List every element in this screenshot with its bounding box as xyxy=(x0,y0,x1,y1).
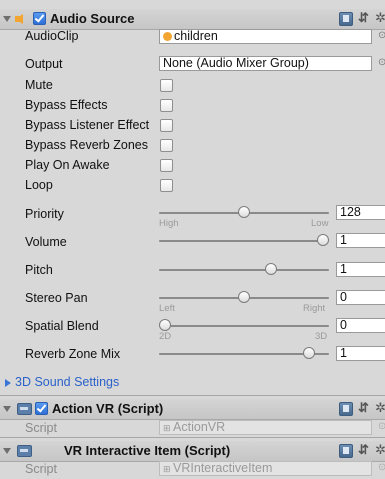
object-picker-icon: ⊙ xyxy=(378,421,385,432)
vr-interactive-header[interactable]: VR Interactive Item (Script) ⇵ ✲ xyxy=(0,441,385,462)
vr-interactive-title: VR Interactive Item (Script) xyxy=(64,443,231,458)
reverb-zone-mix-value-field[interactable]: 1 xyxy=(336,346,385,361)
audioclip-label: AudioClip xyxy=(25,29,79,43)
foldout-open-icon[interactable] xyxy=(3,406,11,412)
play-on-awake-label: Play On Awake xyxy=(25,158,110,172)
book-icon[interactable] xyxy=(339,402,353,416)
action-vr-enabled-checkbox[interactable] xyxy=(35,402,48,415)
stereo-pan-left-caption: Left xyxy=(159,303,175,314)
vr-interactive-script-value: VRInteractiveItem xyxy=(173,461,273,475)
audio-source-icon xyxy=(15,14,23,24)
reverb-zone-mix-slider-knob[interactable] xyxy=(302,347,315,359)
action-vr-script-value: ActionVR xyxy=(173,420,226,434)
audio-clip-icon xyxy=(163,32,172,41)
spatial-blend-2d-caption: 2D xyxy=(159,331,172,342)
stereo-pan-right-caption: Right xyxy=(303,303,326,314)
spatial-blend-slider[interactable] xyxy=(159,325,329,327)
audio-source-title: Audio Source xyxy=(50,11,135,26)
mute-label: Mute xyxy=(25,78,53,92)
script-file-icon: ⊞ xyxy=(163,464,174,474)
volume-value-field[interactable]: 1 xyxy=(336,233,385,248)
volume-slider-knob[interactable] xyxy=(317,234,329,246)
gear-icon[interactable]: ✲ xyxy=(375,442,385,458)
spatial-blend-3d-caption: 3D xyxy=(315,331,328,342)
bypass-listener-label: Bypass Listener Effect xyxy=(25,118,150,132)
audio-source-enabled-checkbox[interactable] xyxy=(33,12,46,25)
audio-source-header[interactable]: Audio Source ⇵ ✲ xyxy=(0,9,385,30)
gear-icon[interactable]: ✲ xyxy=(375,10,385,26)
gear-icon[interactable]: ✲ xyxy=(375,400,385,416)
script-file-icon: ⊞ xyxy=(163,423,174,433)
spatial-blend-slider-knob[interactable] xyxy=(159,319,171,331)
component-divider xyxy=(0,395,385,396)
priority-low-caption: Low xyxy=(311,218,329,229)
vr-interactive-script-field: ⊞ VRInteractiveItem xyxy=(159,461,372,476)
book-icon[interactable] xyxy=(339,12,353,26)
script-icon xyxy=(17,403,32,415)
pitch-label: Pitch xyxy=(25,263,53,277)
stereo-pan-slider-knob[interactable] xyxy=(238,291,250,303)
output-value: None (Audio Mixer Group) xyxy=(163,56,309,70)
foldout-closed-icon[interactable] xyxy=(5,379,11,387)
loop-label: Loop xyxy=(25,178,53,192)
action-vr-script-field: ⊞ ActionVR xyxy=(159,420,372,435)
sliders-icon[interactable]: ⇵ xyxy=(358,10,369,26)
loop-checkbox[interactable] xyxy=(160,179,173,192)
bypass-effects-label: Bypass Effects xyxy=(25,98,108,112)
priority-value: 128 xyxy=(340,205,361,219)
spatial-blend-value-field[interactable]: 0 xyxy=(336,318,385,333)
reverb-zone-mix-value: 1 xyxy=(340,346,347,360)
mute-checkbox[interactable] xyxy=(160,79,173,92)
audioclip-value: children xyxy=(174,29,218,43)
output-label: Output xyxy=(25,57,63,71)
spatial-blend-value: 0 xyxy=(340,318,347,332)
pitch-slider-knob[interactable] xyxy=(264,263,277,275)
action-vr-header[interactable]: Action VR (Script) ⇵ ✲ xyxy=(0,399,385,420)
priority-high-caption: High xyxy=(159,218,179,229)
volume-slider[interactable] xyxy=(159,240,329,242)
object-picker-icon: ⊙ xyxy=(378,462,385,473)
stereo-pan-label: Stereo Pan xyxy=(25,291,88,305)
vr-interactive-script-label: Script xyxy=(25,462,57,476)
reverb-zone-mix-label: Reverb Zone Mix xyxy=(25,347,121,361)
foldout-open-icon[interactable] xyxy=(3,16,11,22)
priority-value-field[interactable]: 128 xyxy=(336,205,385,220)
action-vr-title: Action VR (Script) xyxy=(52,401,164,416)
bypass-listener-checkbox[interactable] xyxy=(160,119,173,132)
output-field[interactable]: None (Audio Mixer Group) xyxy=(159,56,372,71)
priority-label: Priority xyxy=(25,207,64,221)
pitch-value-field[interactable]: 1 xyxy=(336,262,385,277)
sliders-icon[interactable]: ⇵ xyxy=(358,442,369,458)
bypass-reverb-checkbox[interactable] xyxy=(160,139,173,152)
book-icon[interactable] xyxy=(339,444,353,458)
sliders-icon[interactable]: ⇵ xyxy=(358,400,369,416)
volume-value: 1 xyxy=(340,233,347,247)
object-picker-icon[interactable]: ⊙ xyxy=(378,57,385,68)
audioclip-field[interactable]: children xyxy=(159,29,372,44)
play-on-awake-checkbox[interactable] xyxy=(160,159,173,172)
pitch-value: 1 xyxy=(340,262,347,276)
stereo-pan-value: 0 xyxy=(340,290,347,304)
action-vr-script-label: Script xyxy=(25,421,57,435)
script-icon xyxy=(17,445,32,457)
object-picker-icon[interactable]: ⊙ xyxy=(378,30,385,41)
priority-slider-knob[interactable] xyxy=(238,206,250,218)
3d-sound-settings-label[interactable]: 3D Sound Settings xyxy=(15,375,119,389)
bypass-effects-checkbox[interactable] xyxy=(160,99,173,112)
component-divider xyxy=(0,437,385,438)
stereo-pan-value-field[interactable]: 0 xyxy=(336,290,385,305)
pitch-slider[interactable] xyxy=(159,269,329,271)
volume-label: Volume xyxy=(25,235,67,249)
spatial-blend-label: Spatial Blend xyxy=(25,319,99,333)
bypass-reverb-label: Bypass Reverb Zones xyxy=(25,138,148,152)
foldout-open-icon[interactable] xyxy=(3,448,11,454)
